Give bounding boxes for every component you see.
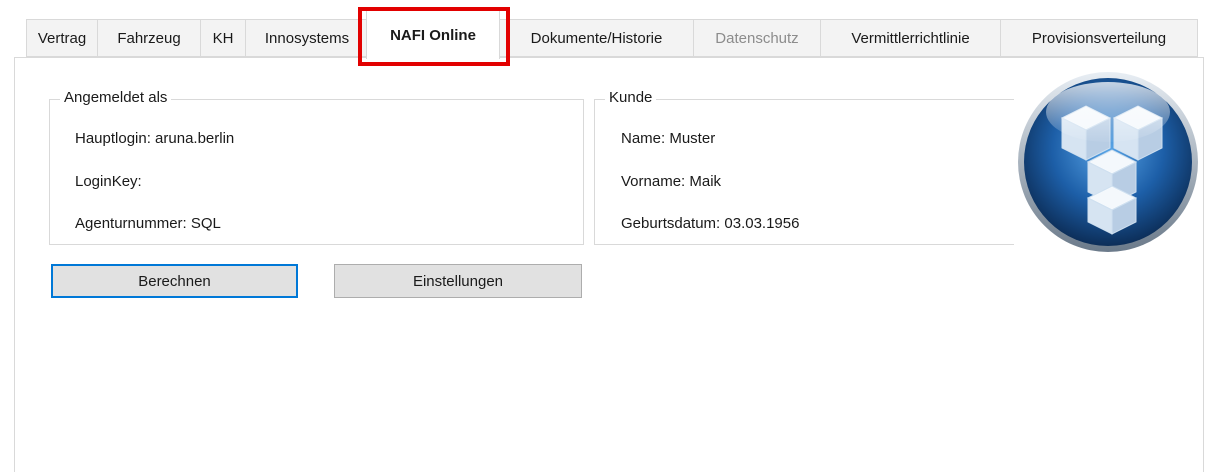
hauptlogin-label: Hauptlogin: aruna.berlin — [75, 130, 235, 147]
customer-groupbox: Kunde Name: Muster Vorname: Maik Geburts… — [594, 89, 1014, 245]
tab-fahrzeug[interactable]: Fahrzeug — [97, 19, 201, 57]
loginkey-label: LoginKey: — [75, 173, 142, 190]
tab-dokumente-historie[interactable]: Dokumente/Historie — [499, 19, 694, 57]
login-groupbox: Angemeldet als Hauptlogin: aruna.berlin … — [49, 89, 584, 245]
cubes-logo-icon — [1018, 72, 1198, 252]
einstellungen-button[interactable]: Einstellungen — [334, 264, 582, 298]
vorname-label: Vorname: Maik — [621, 173, 722, 190]
tab-datenschutz[interactable]: Datenschutz — [693, 19, 821, 57]
tab-kh[interactable]: KH — [200, 19, 246, 57]
nafi-online-window: Vertrag Fahrzeug KH Innosystems NAFI Onl… — [0, 0, 1212, 472]
geburtsdatum-label: Geburtsdatum: 03.03.1956 — [621, 215, 800, 232]
customer-group-title: Kunde — [605, 89, 657, 106]
tab-vertrag[interactable]: Vertrag — [26, 19, 98, 57]
tab-provisionsverteilung[interactable]: Provisionsverteilung — [1000, 19, 1198, 57]
berechnen-button[interactable]: Berechnen — [51, 264, 298, 298]
agenturnummer-label: Agenturnummer: SQL — [75, 215, 221, 232]
tab-strip: Vertrag Fahrzeug KH Innosystems NAFI Onl… — [0, 0, 1212, 59]
tab-vermittlerrichtlinie[interactable]: Vermittlerrichtlinie — [820, 19, 1001, 57]
name-label: Name: Muster — [621, 130, 716, 147]
tab-nafi-online[interactable]: NAFI Online — [366, 10, 500, 59]
login-group-title: Angemeldet als — [60, 89, 172, 106]
tab-innosystems[interactable]: Innosystems — [245, 19, 369, 57]
